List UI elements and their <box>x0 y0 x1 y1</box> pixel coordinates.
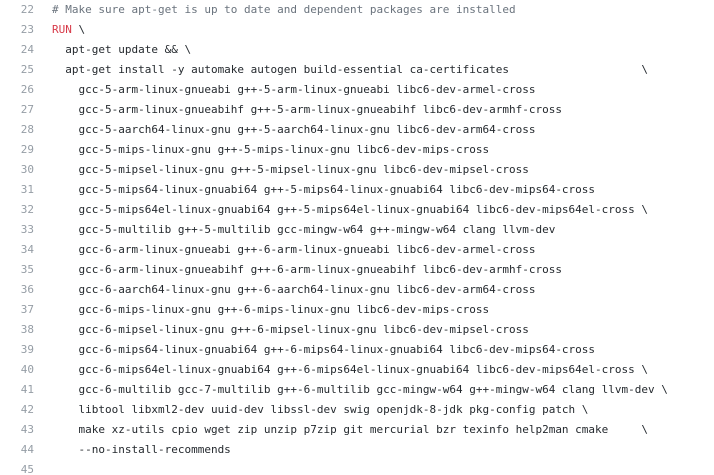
code-text: gcc-6-multilib gcc-7-multilib g++-6-mult… <box>52 383 668 396</box>
code-text: apt-get install -y automake autogen buil… <box>52 63 649 76</box>
code-line: 39 gcc-6-mips64-linux-gnuabi64 g++-6-mip… <box>0 340 714 360</box>
line-code: gcc-5-arm-linux-gnueabihf g++-5-arm-linu… <box>34 100 714 120</box>
line-number[interactable]: 36 <box>0 280 34 300</box>
line-number[interactable]: 28 <box>0 120 34 140</box>
line-code: gcc-5-arm-linux-gnueabi g++-5-arm-linux-… <box>34 80 714 100</box>
code-text: make xz-utils cpio wget zip unzip p7zip … <box>52 423 649 436</box>
line-code: gcc-6-mips-linux-gnu g++-6-mips-linux-gn… <box>34 300 714 320</box>
code-line: 22 # Make sure apt-get is up to date and … <box>0 0 714 20</box>
line-number[interactable]: 39 <box>0 340 34 360</box>
code-text: gcc-6-mips-linux-gnu g++-6-mips-linux-gn… <box>52 303 490 316</box>
code-text: gcc-6-mips64-linux-gnuabi64 g++-6-mips64… <box>52 343 596 356</box>
code-line: 36 gcc-6-aarch64-linux-gnu g++-6-aarch64… <box>0 280 714 300</box>
line-number[interactable]: 32 <box>0 200 34 220</box>
line-code: libtool libxml2-dev uuid-dev libssl-dev … <box>34 400 714 420</box>
line-code: gcc-5-aarch64-linux-gnu g++-5-aarch64-li… <box>34 120 714 140</box>
code-line: 24 apt-get update && \ <box>0 40 714 60</box>
line-code: gcc-6-multilib gcc-7-multilib g++-6-mult… <box>34 380 714 400</box>
code-line: 23 RUN \ <box>0 20 714 40</box>
code-text: gcc-6-aarch64-linux-gnu g++-6-aarch64-li… <box>52 283 536 296</box>
line-code: apt-get install -y automake autogen buil… <box>34 60 714 80</box>
line-number[interactable]: 26 <box>0 80 34 100</box>
code-comment: # Make sure apt-get is up to date and de… <box>52 3 516 16</box>
line-code: gcc-6-arm-linux-gnueabi g++-6-arm-linux-… <box>34 240 714 260</box>
code-line: 30 gcc-5-mipsel-linux-gnu g++-5-mipsel-l… <box>0 160 714 180</box>
line-code: gcc-5-multilib g++-5-multilib gcc-mingw-… <box>34 220 714 240</box>
line-number[interactable]: 30 <box>0 160 34 180</box>
code-text: --no-install-recommends <box>52 443 231 456</box>
line-number[interactable]: 40 <box>0 360 34 380</box>
code-line: 27 gcc-5-arm-linux-gnueabihf g++-5-arm-l… <box>0 100 714 120</box>
line-number[interactable]: 37 <box>0 300 34 320</box>
code-text: gcc-6-arm-linux-gnueabihf g++-6-arm-linu… <box>52 263 562 276</box>
line-code: --no-install-recommends <box>34 440 714 460</box>
line-number[interactable]: 24 <box>0 40 34 60</box>
code-text: gcc-6-mips64el-linux-gnuabi64 g++-6-mips… <box>52 363 649 376</box>
code-text: \ <box>71 23 86 36</box>
code-line: 25 apt-get install -y automake autogen b… <box>0 60 714 80</box>
line-code: gcc-5-mips-linux-gnu g++-5-mips-linux-gn… <box>34 140 714 160</box>
line-code: RUN \ <box>34 20 714 40</box>
code-line: 44 --no-install-recommends <box>0 440 714 460</box>
code-text: gcc-5-multilib g++-5-multilib gcc-mingw-… <box>52 223 556 236</box>
code-text: gcc-6-mipsel-linux-gnu g++-6-mipsel-linu… <box>52 323 529 336</box>
line-code: gcc-6-arm-linux-gnueabihf g++-6-arm-linu… <box>34 260 714 280</box>
code-text: gcc-5-mipsel-linux-gnu g++-5-mipsel-linu… <box>52 163 529 176</box>
line-number[interactable]: 35 <box>0 260 34 280</box>
code-line: 33 gcc-5-multilib g++-5-multilib gcc-min… <box>0 220 714 240</box>
code-text: gcc-5-mips64-linux-gnuabi64 g++-5-mips64… <box>52 183 596 196</box>
code-text: gcc-5-arm-linux-gnueabihf g++-5-arm-linu… <box>52 103 562 116</box>
line-number[interactable]: 23 <box>0 20 34 40</box>
code-text: gcc-5-aarch64-linux-gnu g++-5-aarch64-li… <box>52 123 536 136</box>
code-line: 43 make xz-utils cpio wget zip unzip p7z… <box>0 420 714 440</box>
code-line: 31 gcc-5-mips64-linux-gnuabi64 g++-5-mip… <box>0 180 714 200</box>
code-text: gcc-6-arm-linux-gnueabi g++-6-arm-linux-… <box>52 243 536 256</box>
line-number[interactable]: 22 <box>0 0 34 20</box>
code-text: gcc-5-mips64el-linux-gnuabi64 g++-5-mips… <box>52 203 649 216</box>
line-code: gcc-6-aarch64-linux-gnu g++-6-aarch64-li… <box>34 280 714 300</box>
code-viewer: 22 # Make sure apt-get is up to date and … <box>0 0 714 475</box>
line-number[interactable]: 42 <box>0 400 34 420</box>
code-text: gcc-5-mips-linux-gnu g++-5-mips-linux-gn… <box>52 143 490 156</box>
line-number[interactable]: 44 <box>0 440 34 460</box>
line-number[interactable]: 43 <box>0 420 34 440</box>
line-code: gcc-6-mips64el-linux-gnuabi64 g++-6-mips… <box>34 360 714 380</box>
line-number[interactable]: 41 <box>0 380 34 400</box>
line-number[interactable]: 33 <box>0 220 34 240</box>
line-number[interactable]: 29 <box>0 140 34 160</box>
line-number[interactable]: 25 <box>0 60 34 80</box>
line-number[interactable]: 45 <box>0 460 34 475</box>
line-number[interactable]: 34 <box>0 240 34 260</box>
line-code: gcc-6-mips64-linux-gnuabi64 g++-6-mips64… <box>34 340 714 360</box>
code-line: 40 gcc-6-mips64el-linux-gnuabi64 g++-6-m… <box>0 360 714 380</box>
code-line: 32 gcc-5-mips64el-linux-gnuabi64 g++-5-m… <box>0 200 714 220</box>
code-line: 45 <box>0 460 714 475</box>
code-line: 38 gcc-6-mipsel-linux-gnu g++-6-mipsel-l… <box>0 320 714 340</box>
code-line: 34 gcc-6-arm-linux-gnueabi g++-6-arm-lin… <box>0 240 714 260</box>
line-code: # Make sure apt-get is up to date and de… <box>34 0 714 20</box>
line-number[interactable]: 38 <box>0 320 34 340</box>
line-code: apt-get update && \ <box>34 40 714 60</box>
line-code: gcc-5-mips64el-linux-gnuabi64 g++-5-mips… <box>34 200 714 220</box>
code-text: apt-get update && \ <box>52 43 192 56</box>
code-line: 37 gcc-6-mips-linux-gnu g++-6-mips-linux… <box>0 300 714 320</box>
code-text: gcc-5-arm-linux-gnueabi g++-5-arm-linux-… <box>52 83 536 96</box>
line-number[interactable]: 27 <box>0 100 34 120</box>
line-number[interactable]: 31 <box>0 180 34 200</box>
code-line: 35 gcc-6-arm-linux-gnueabihf g++-6-arm-l… <box>0 260 714 280</box>
code-line: 42 libtool libxml2-dev uuid-dev libssl-d… <box>0 400 714 420</box>
code-text: libtool libxml2-dev uuid-dev libssl-dev … <box>52 403 589 416</box>
code-line: 29 gcc-5-mips-linux-gnu g++-5-mips-linux… <box>0 140 714 160</box>
line-code: gcc-6-mipsel-linux-gnu g++-6-mipsel-linu… <box>34 320 714 340</box>
line-code: make xz-utils cpio wget zip unzip p7zip … <box>34 420 714 440</box>
line-code: gcc-5-mipsel-linux-gnu g++-5-mipsel-linu… <box>34 160 714 180</box>
code-line: 41 gcc-6-multilib gcc-7-multilib g++-6-m… <box>0 380 714 400</box>
code-line: 26 gcc-5-arm-linux-gnueabi g++-5-arm-lin… <box>0 80 714 100</box>
line-code: gcc-5-mips64-linux-gnuabi64 g++-5-mips64… <box>34 180 714 200</box>
code-line: 28 gcc-5-aarch64-linux-gnu g++-5-aarch64… <box>0 120 714 140</box>
code-keyword: RUN <box>52 23 72 36</box>
